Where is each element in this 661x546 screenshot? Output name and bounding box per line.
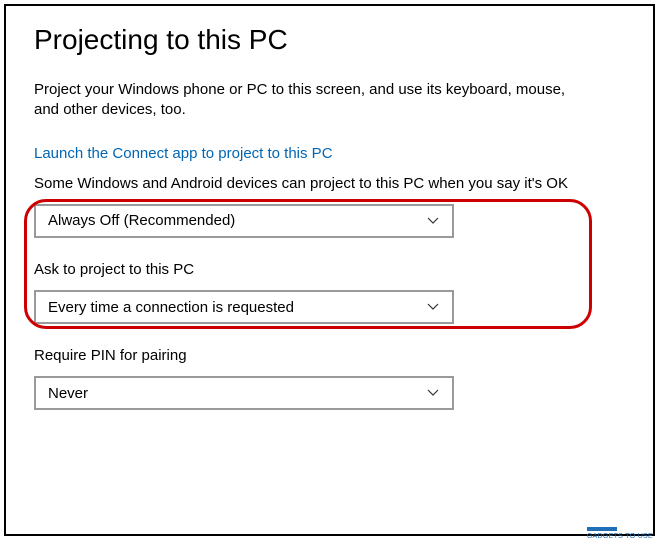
chevron-down-icon [426, 386, 440, 400]
setting-label-ask-to-project: Ask to project to this PC [34, 260, 594, 280]
dropdown-value: Every time a connection is requested [48, 299, 294, 316]
settings-panel: Projecting to this PC Project your Windo… [4, 4, 655, 536]
setting-projection-permission: Some Windows and Android devices can pro… [34, 174, 625, 238]
dropdown-projection-permission[interactable]: Always Off (Recommended) [34, 204, 454, 238]
chevron-down-icon [426, 214, 440, 228]
dropdown-value: Never [48, 385, 88, 402]
watermark-text: GADGETS TO USE [587, 533, 653, 540]
watermark: GADGETS TO USE [587, 527, 653, 540]
page-description: Project your Windows phone or PC to this… [34, 80, 594, 121]
page-title: Projecting to this PC [34, 24, 625, 56]
setting-label-require-pin: Require PIN for pairing [34, 346, 594, 366]
dropdown-require-pin[interactable]: Never [34, 376, 454, 410]
setting-ask-to-project: Ask to project to this PC Every time a c… [34, 260, 625, 324]
dropdown-ask-to-project[interactable]: Every time a connection is requested [34, 290, 454, 324]
dropdown-value: Always Off (Recommended) [48, 212, 235, 229]
chevron-down-icon [426, 300, 440, 314]
setting-label-projection-permission: Some Windows and Android devices can pro… [34, 174, 594, 194]
launch-connect-app-link[interactable]: Launch the Connect app to project to thi… [34, 145, 333, 162]
setting-require-pin: Require PIN for pairing Never [34, 346, 625, 410]
